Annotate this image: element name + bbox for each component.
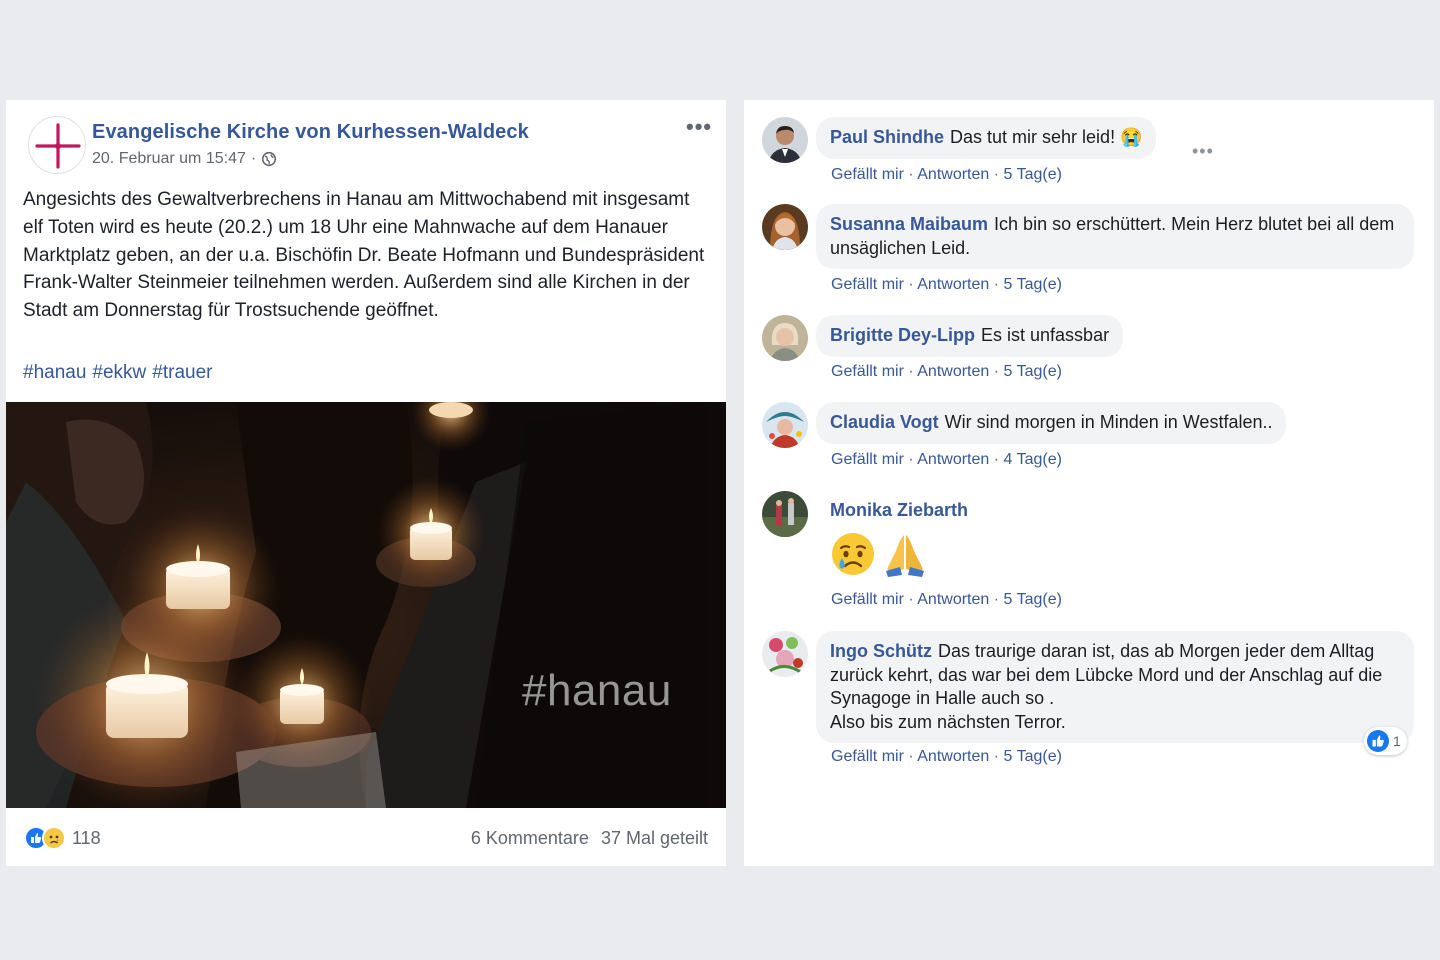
reply-button[interactable]: Antworten — [917, 166, 989, 183]
avatar[interactable] — [762, 204, 808, 250]
commenter-name[interactable]: Ingo Schütz — [830, 641, 932, 661]
comment-text: Wir sind morgen in Minden in Westfalen.. — [944, 412, 1273, 432]
comment-bubble: Ingo Schütz Das traurige daran ist, das a… — [816, 631, 1414, 743]
comments-panel: Paul Shindhe Das tut mir sehr leid! 😭 •••… — [744, 100, 1434, 866]
comment-bubble: Claudia Vogt Wir sind morgen in Minden in… — [816, 402, 1287, 444]
photo-hashtag-overlay: #hanau — [522, 666, 672, 715]
comment-actions: Gefällt mir · Antworten · 5 Tag(e) — [831, 591, 1062, 609]
commenter-name[interactable]: Monika Ziebarth — [830, 500, 968, 520]
post-stats: 6 Kommentare 37 Mal geteilt — [471, 828, 708, 849]
folded-hands-icon — [886, 535, 924, 577]
shares-count-link[interactable]: 37 Mal geteilt — [601, 828, 708, 849]
comment-timestamp[interactable]: 5 Tag(e) — [1004, 363, 1062, 380]
post-header: Evangelische Kirche von Kurhessen-Waldec… — [6, 100, 726, 180]
comment-timestamp[interactable]: 5 Tag(e) — [1004, 591, 1062, 608]
like-reaction-icon — [1367, 730, 1389, 752]
commenter-name[interactable]: Susanna Maibaum — [830, 214, 988, 234]
comment-like-count: 1 — [1393, 733, 1401, 749]
post-photo-candles[interactable]: #hanau — [6, 402, 726, 808]
comment-timestamp[interactable]: 5 Tag(e) — [1004, 166, 1062, 183]
action-separator: · — [993, 276, 1000, 293]
reply-button[interactable]: Antworten — [917, 591, 989, 608]
page-name-link[interactable]: Evangelische Kirche von Kurhessen-Waldec… — [92, 121, 529, 144]
post-options-icon[interactable]: ••• — [686, 114, 712, 140]
reply-button[interactable]: Antworten — [917, 363, 989, 380]
action-separator: · — [908, 276, 914, 293]
comment-emoji-row — [830, 531, 928, 577]
commenter-name[interactable]: Paul Shindhe — [830, 127, 944, 147]
comment-text: Es ist unfassbar — [981, 325, 1110, 345]
action-separator: · — [908, 748, 914, 765]
like-comment-button[interactable]: Gefällt mir — [831, 748, 904, 765]
comment-actions: Gefällt mir · Antworten · 4 Tag(e) — [831, 451, 1062, 469]
comment-text: Das tut mir sehr leid! 😭 — [950, 127, 1143, 147]
comment-like-badge[interactable]: 1 — [1364, 727, 1407, 755]
comments-count-link[interactable]: 6 Kommentare — [471, 828, 589, 849]
reaction-count: 118 — [72, 827, 101, 848]
comment-bubble: Paul Shindhe Das tut mir sehr leid! 😭 — [816, 117, 1157, 159]
avatar[interactable] — [762, 631, 808, 677]
page-avatar-cross-logo[interactable] — [28, 116, 86, 174]
avatar[interactable] — [762, 402, 808, 448]
action-separator: · — [993, 748, 1000, 765]
comment-actions: Gefällt mir · Antworten · 5 Tag(e) — [831, 363, 1062, 381]
post-hashtags: #hanau #ekkw #trauer — [23, 362, 212, 384]
reply-button[interactable]: Antworten — [917, 276, 989, 293]
comment-actions: Gefällt mir · Antworten · 5 Tag(e) — [831, 276, 1062, 294]
action-separator: · — [908, 451, 914, 468]
comment-bubble: Monika Ziebarth — [816, 491, 988, 530]
comment-bubble: Susanna Maibaum Ich bin so erschüttert. M… — [816, 204, 1414, 269]
avatar[interactable] — [762, 315, 808, 361]
action-separator: · — [908, 166, 914, 183]
comment-actions: Gefällt mir · Antworten · 5 Tag(e) — [831, 748, 1062, 766]
commenter-name[interactable]: Claudia Vogt — [830, 412, 939, 432]
like-comment-button[interactable]: Gefällt mir — [831, 451, 904, 468]
hashtag-hanau[interactable]: #hanau — [23, 362, 86, 384]
action-separator: · — [993, 363, 1000, 380]
reactions-summary[interactable]: 118 — [24, 826, 101, 850]
sad-reaction-icon — [42, 826, 66, 850]
like-comment-button[interactable]: Gefällt mir — [831, 166, 904, 183]
action-separator: · — [908, 363, 914, 380]
meta-separator: · — [250, 150, 257, 167]
action-separator: · — [993, 166, 1000, 183]
action-separator: · — [908, 591, 914, 608]
action-separator: · — [993, 451, 1000, 468]
post-meta: 20. Februar um 15:47 · — [92, 150, 277, 168]
hashtag-trauer[interactable]: #trauer — [152, 362, 212, 384]
reply-button[interactable]: Antworten — [917, 748, 989, 765]
avatar[interactable] — [762, 491, 808, 537]
hashtag-ekkw[interactable]: #ekkw — [92, 362, 146, 384]
commenter-name[interactable]: Brigitte Dey-Lipp — [830, 325, 975, 345]
comment-options-icon[interactable]: ••• — [1192, 141, 1214, 162]
reply-button[interactable]: Antworten — [917, 451, 989, 468]
comment-timestamp[interactable]: 5 Tag(e) — [1004, 276, 1062, 293]
like-comment-button[interactable]: Gefällt mir — [831, 363, 904, 380]
comment-text-line2: Also bis zum nächsten Terror. — [830, 711, 1066, 732]
comment-timestamp[interactable]: 5 Tag(e) — [1004, 748, 1062, 765]
like-comment-button[interactable]: Gefällt mir — [831, 276, 904, 293]
facebook-post: Evangelische Kirche von Kurhessen-Waldec… — [6, 100, 726, 866]
globe-icon — [261, 151, 277, 167]
crying-face-icon — [832, 533, 874, 575]
like-comment-button[interactable]: Gefällt mir — [831, 591, 904, 608]
comment-timestamp[interactable]: 4 Tag(e) — [1004, 451, 1062, 468]
avatar[interactable] — [762, 117, 808, 163]
post-body-text: Angesichts des Gewaltverbrechens in Hana… — [23, 189, 705, 322]
post-date[interactable]: 20. Februar um 15:47 — [92, 150, 246, 168]
comment-actions: Gefällt mir · Antworten · 5 Tag(e) — [831, 166, 1062, 184]
post-footer: 118 6 Kommentare 37 Mal geteilt — [6, 808, 726, 866]
action-separator: · — [993, 591, 1000, 608]
comment-bubble: Brigitte Dey-Lipp Es ist unfassbar — [816, 315, 1124, 357]
